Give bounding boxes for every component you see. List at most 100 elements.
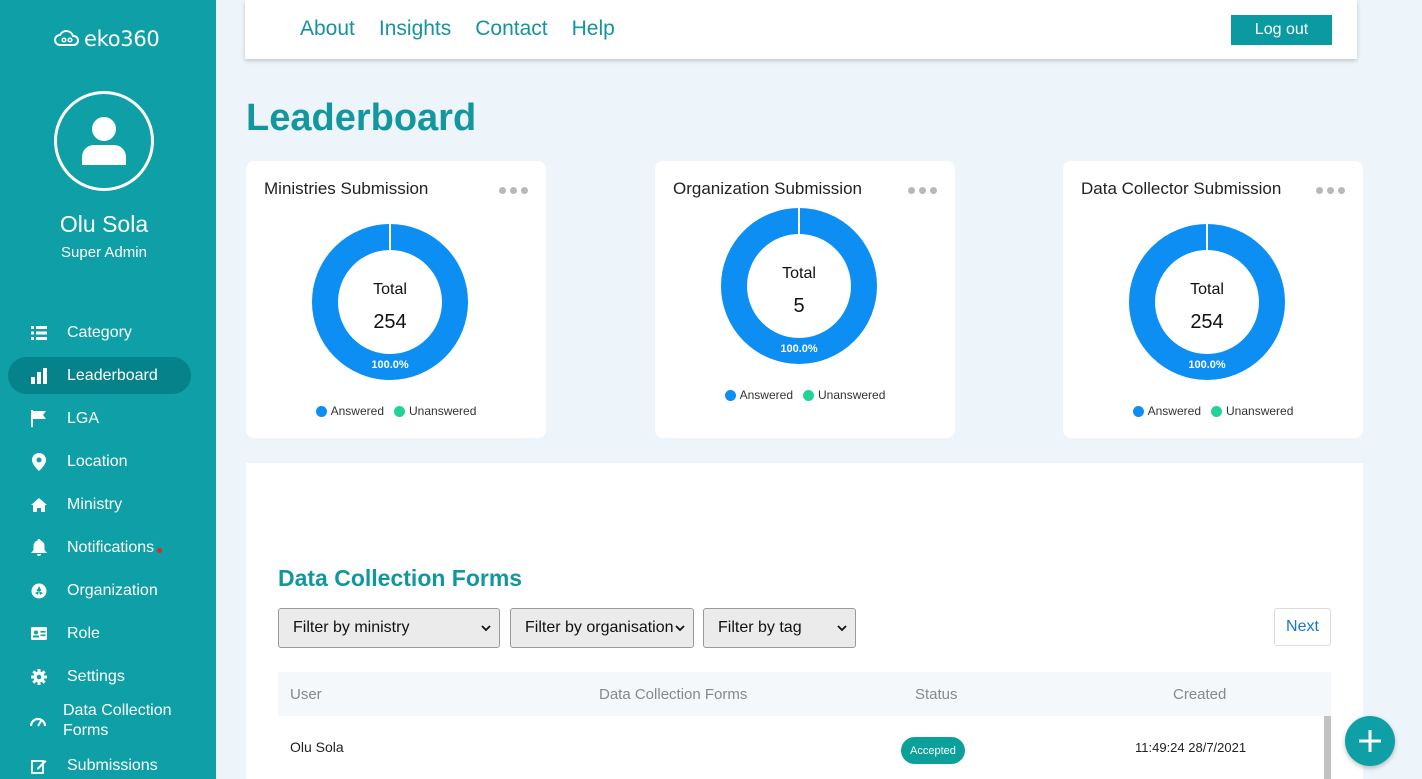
user-name: Olu Sola — [59, 211, 149, 237]
total-value: 5 — [793, 295, 804, 317]
flag-icon — [30, 410, 47, 427]
card-title: Ministries Submission — [264, 179, 429, 198]
id-card-icon — [30, 625, 47, 642]
chart-legend: Answered Unanswered — [1063, 404, 1363, 418]
logout-button[interactable]: Log out — [1231, 15, 1332, 45]
top-navbar: About Insights Contact Help Log out — [245, 0, 1357, 59]
table-scrollbar[interactable] — [1324, 716, 1331, 779]
more-options-icon[interactable] — [499, 187, 528, 194]
sidebar-item-data-collection-forms[interactable]: Data Collection Forms — [8, 698, 191, 744]
legend-answered[interactable]: Answered — [724, 388, 793, 402]
notification-dot — [157, 548, 163, 553]
legend-answered[interactable]: Answered — [315, 404, 384, 418]
donut-chart: Total 254 100.0% — [1129, 224, 1285, 380]
cell-created: 11:49:24 28/7/2021 — [1135, 740, 1247, 755]
column-header-status[interactable]: Status — [915, 686, 958, 703]
sidebar-item-label: Submissions — [67, 756, 158, 774]
card-title: Organization Submission — [673, 179, 862, 198]
cloud-logo-icon — [54, 30, 80, 46]
sidebar-item-label: Organization — [67, 581, 158, 599]
chart-legend: Answered Unanswered — [246, 404, 546, 418]
legend-unanswered[interactable]: Unanswered — [1211, 404, 1293, 418]
plus-icon — [1359, 730, 1381, 752]
select-value: Filter by organisation — [525, 619, 674, 636]
filter-ministry-select[interactable]: Filter by ministry — [278, 608, 500, 648]
donut-chart: Total 5 100.0% — [721, 208, 877, 364]
answered-slice — [1129, 224, 1285, 380]
organization-submission-card: Organization Submission Total 5 100.0% A… — [655, 161, 955, 438]
donut-chart: Total 254 100.0% — [312, 224, 468, 380]
sidebar-item-ministry[interactable]: Ministry — [8, 483, 191, 526]
add-button[interactable] — [1345, 716, 1395, 766]
percent-label: 100.0% — [371, 359, 409, 371]
total-label: Total — [782, 265, 816, 282]
sidebar-item-label: Settings — [67, 667, 125, 685]
chevron-down-icon — [481, 624, 491, 631]
legend-answered[interactable]: Answered — [1132, 404, 1201, 418]
gear-icon — [30, 668, 47, 685]
bell-icon — [30, 538, 47, 556]
sidebar-nav: Category Leaderboard LGA Location Minist… — [8, 311, 191, 779]
nav-link-insights[interactable]: Insights — [379, 17, 451, 41]
sidebar-item-settings[interactable]: Settings — [8, 655, 191, 698]
cell-user: Olu Sola — [290, 739, 344, 755]
sidebar-item-label: Notifications — [67, 538, 155, 556]
next-page-button[interactable]: Next — [1274, 608, 1331, 646]
answered-slice — [312, 224, 468, 380]
section-title: Data Collection Forms — [278, 565, 523, 591]
avatar[interactable] — [54, 91, 154, 191]
column-header-user[interactable]: User — [290, 686, 322, 703]
percent-label: 100.0% — [780, 343, 818, 355]
select-value: Filter by tag — [718, 619, 802, 636]
sidebar-item-lga[interactable]: LGA — [8, 397, 191, 440]
data-collection-forms-panel: Data Collection Forms Filter by ministry… — [246, 463, 1363, 779]
sidebar: eko360 Olu Sola Super Admin Category Lea… — [0, 0, 216, 779]
more-options-icon[interactable] — [1316, 187, 1345, 194]
app-logo[interactable]: eko360 — [54, 27, 160, 51]
sidebar-item-label: Leaderboard — [67, 366, 158, 384]
answered-slice — [721, 208, 877, 364]
user-icon — [82, 117, 126, 165]
total-label: Total — [1190, 281, 1224, 298]
gauge-icon — [30, 713, 46, 730]
nav-link-help[interactable]: Help — [572, 17, 615, 41]
table-header: User Data Collection Forms Status Create… — [278, 672, 1331, 716]
sidebar-item-label: Category — [67, 323, 132, 341]
sidebar-item-location[interactable]: Location — [8, 440, 191, 483]
sidebar-item-category[interactable]: Category — [8, 311, 191, 354]
sidebar-item-notifications[interactable]: Notifications — [8, 526, 191, 569]
total-value: 254 — [373, 311, 406, 333]
filter-organisation-select[interactable]: Filter by organisation — [510, 608, 694, 648]
sidebar-item-leaderboard[interactable]: Leaderboard — [8, 357, 191, 394]
top-links: About Insights Contact Help — [300, 17, 615, 41]
data-collector-submission-card: Data Collector Submission Total 254 100.… — [1063, 161, 1363, 438]
logo-text: eko360 — [84, 27, 160, 51]
nav-link-contact[interactable]: Contact — [475, 17, 547, 41]
sidebar-item-label: Location — [67, 452, 128, 470]
chart-legend: Answered Unanswered — [655, 388, 955, 402]
column-header-forms[interactable]: Data Collection Forms — [599, 686, 747, 703]
total-value: 254 — [1190, 311, 1223, 333]
edit-icon — [30, 757, 47, 774]
ministries-submission-card: Ministries Submission Total 254 100.0% A… — [246, 161, 546, 438]
legend-unanswered[interactable]: Unanswered — [803, 388, 885, 402]
legend-unanswered[interactable]: Unanswered — [394, 404, 476, 418]
home-icon — [30, 496, 47, 513]
sidebar-item-role[interactable]: Role — [8, 612, 191, 655]
filter-tag-select[interactable]: Filter by tag — [703, 608, 856, 648]
column-header-created[interactable]: Created — [1173, 686, 1226, 703]
more-options-icon[interactable] — [908, 187, 937, 194]
status-badge: Accepted — [901, 737, 965, 764]
leaderboard-icon — [30, 367, 47, 384]
sidebar-item-organization[interactable]: Organization — [8, 569, 191, 612]
sidebar-item-label: Data Collection Forms — [63, 702, 172, 739]
sidebar-item-submissions[interactable]: Submissions — [8, 744, 191, 779]
chevron-down-icon — [675, 624, 685, 631]
sidebar-item-label: LGA — [67, 409, 100, 427]
sidebar-item-label: Ministry — [67, 495, 123, 513]
percent-label: 100.0% — [1188, 359, 1226, 371]
nav-link-about[interactable]: About — [300, 17, 355, 41]
table-row[interactable]: Olu Sola Accepted 11:49:24 28/7/2021 — [278, 716, 1331, 779]
list-icon — [30, 324, 47, 341]
aperture-icon — [30, 582, 47, 599]
